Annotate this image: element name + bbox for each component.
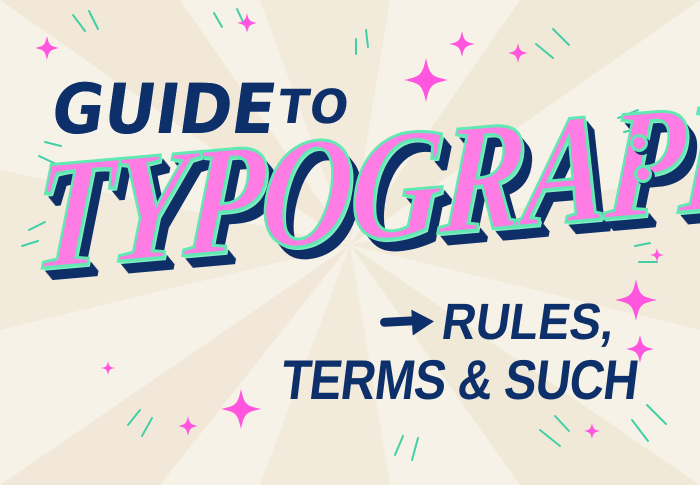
typography-illustration: GUIDE TO TYPOGRAPHY RULES, TERMS & SUCH [0, 0, 700, 485]
sparkle-icon [235, 11, 259, 35]
accent-line [213, 12, 223, 28]
accent-line [394, 435, 404, 456]
sparkle-icon [219, 387, 263, 431]
sparkle-icon [582, 421, 602, 441]
right-arrow-icon [380, 307, 436, 337]
sparkle-icon [447, 29, 477, 59]
sparkle-icon [100, 360, 116, 376]
sparkle-icon [176, 414, 200, 438]
rules-word: RULES, [438, 293, 619, 350]
rules-line: RULES, [380, 293, 633, 350]
sparkle-icon [33, 34, 61, 62]
terms-and-such-line: TERMS & SUCH [277, 348, 642, 411]
accent-line [411, 437, 419, 461]
colon-top-dot [630, 134, 648, 152]
sparkle-icon [506, 41, 530, 65]
accent-line [646, 404, 667, 425]
accent-line [631, 419, 649, 442]
colon-bottom-dot [634, 165, 652, 183]
